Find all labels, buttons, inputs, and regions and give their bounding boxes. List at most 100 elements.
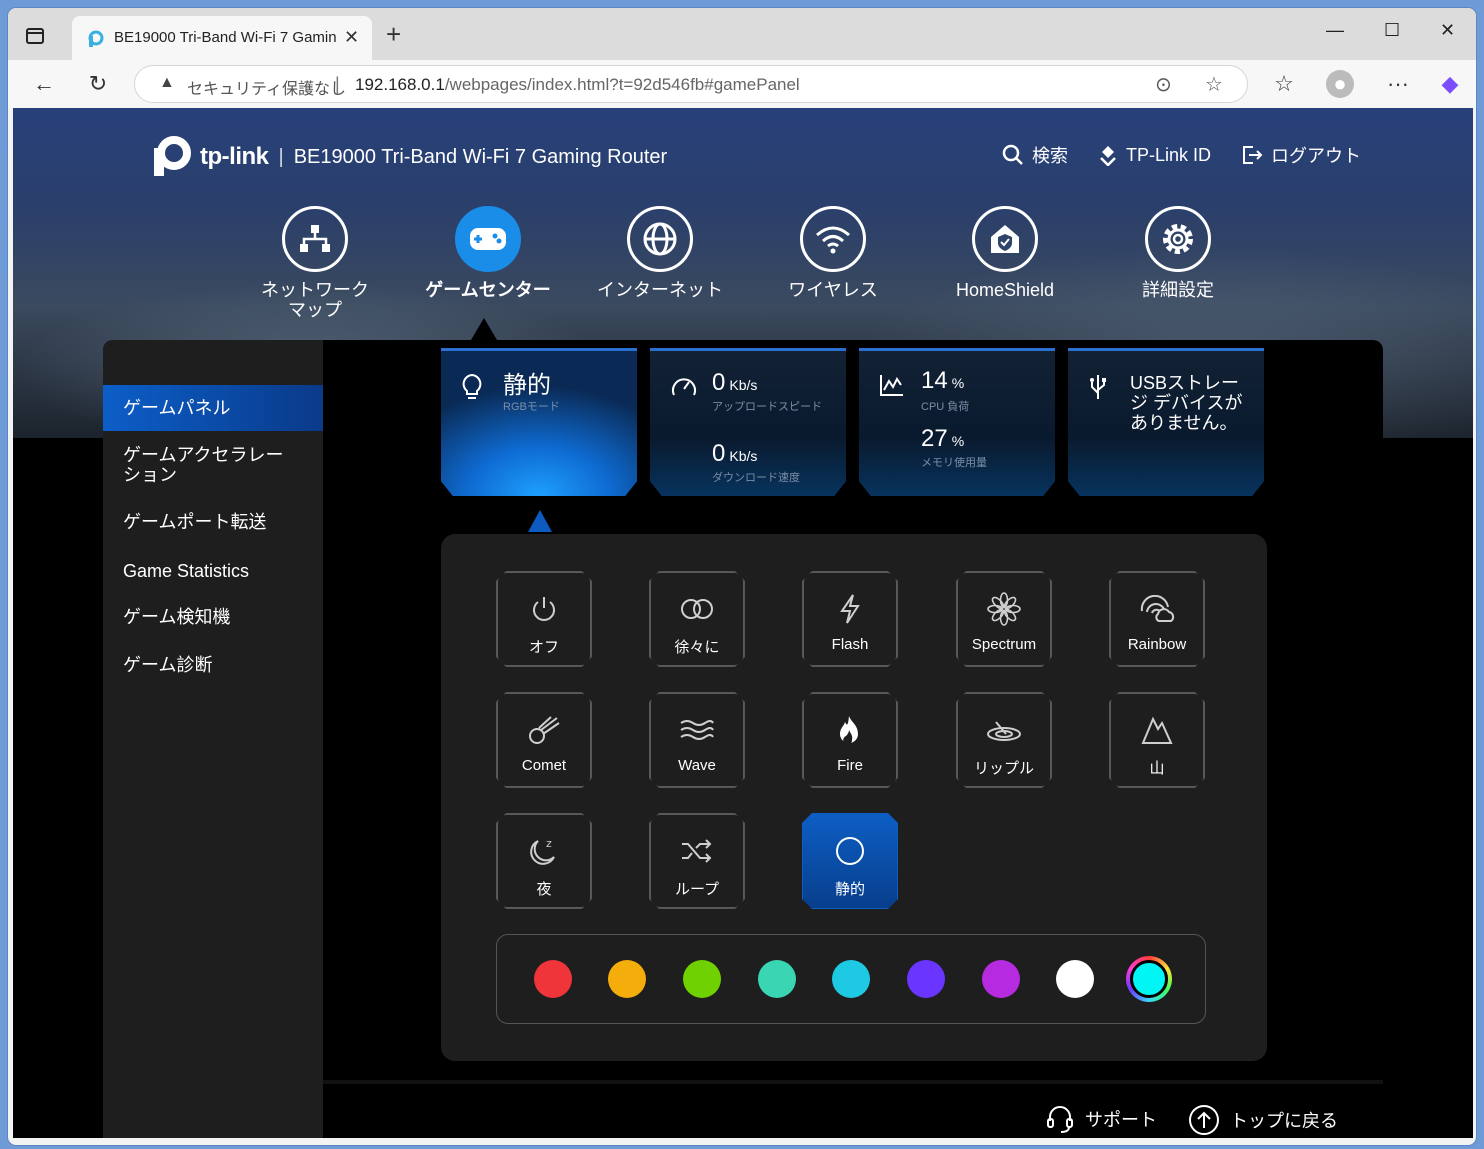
close-tab-icon[interactable]: ✕ xyxy=(344,27,359,48)
favorites-icon[interactable]: ☆ xyxy=(1270,70,1298,98)
sidebar-item-game-diagnostics[interactable]: ゲーム診断 xyxy=(103,655,323,675)
back-icon[interactable]: ← xyxy=(30,70,58,98)
globe-icon xyxy=(627,206,693,272)
nav-label: インターネット xyxy=(597,280,723,300)
more-menu-icon[interactable]: ··· xyxy=(1384,70,1412,98)
brand-header: tp-link | BE19000 Tri-Band Wi-Fi 7 Gamin… xyxy=(148,132,667,182)
shuffle-icon xyxy=(650,834,744,868)
address-separator: | xyxy=(335,74,340,94)
color-swatch-red[interactable] xyxy=(534,960,572,998)
activity-chart-icon xyxy=(880,375,903,396)
mode-static-button[interactable]: 静的 xyxy=(802,813,898,909)
router-page: tp-link | BE19000 Tri-Band Wi-Fi 7 Gamin… xyxy=(13,108,1473,1138)
color-swatch-indigo[interactable] xyxy=(907,960,945,998)
maximize-icon[interactable]: ☐ xyxy=(1384,20,1400,41)
browser-tab[interactable]: BE19000 Tri-Band Wi-Fi 7 Gaming ✕ xyxy=(72,16,372,60)
color-swatch-purple[interactable] xyxy=(982,960,1020,998)
cpu-label: CPU 負荷 xyxy=(921,401,970,413)
mode-night-button[interactable]: z 夜 xyxy=(496,813,592,909)
nav-advanced[interactable]: 詳細設定 xyxy=(1108,206,1248,300)
search-icon xyxy=(1002,144,1023,165)
sidebar-item-game-acceleration[interactable]: ゲームアクセラレー ション xyxy=(103,445,323,485)
circle-icon xyxy=(803,834,897,868)
rgb-mode-value: 静的 xyxy=(503,372,551,399)
nav-label: HomeShield xyxy=(955,280,1055,300)
system-load-card: 14% CPU 負荷 27% メモリ使用量 xyxy=(859,348,1055,496)
color-swatch-teal[interactable] xyxy=(758,960,796,998)
bulb-icon xyxy=(462,373,482,399)
rgb-mode-card[interactable]: 静的 RGBモード xyxy=(441,348,637,496)
sidebar-item-game-statistics[interactable]: Game Statistics xyxy=(103,561,323,581)
nav-active-pointer xyxy=(471,318,497,340)
close-window-icon[interactable]: ✕ xyxy=(1440,20,1455,41)
address-bar[interactable]: ▲ セキュリティ保護なし | 192.168.0.1/webpages/inde… xyxy=(134,65,1248,103)
new-tab-icon[interactable]: + xyxy=(386,21,401,47)
reload-icon[interactable]: ↻ xyxy=(84,70,112,98)
top-links: 検索 TP-Link ID ログアウト xyxy=(1002,142,1361,168)
usb-status-text: USBストレージ デバイスがありません。 xyxy=(1130,373,1243,433)
footer: サポート トップに戻る xyxy=(323,1080,1383,1138)
mode-spectrum-button[interactable]: Spectrum xyxy=(956,571,1052,667)
security-label[interactable]: セキュリティ保護なし xyxy=(187,75,346,99)
arrow-up-circle-icon xyxy=(1189,1105,1219,1135)
speedometer-icon xyxy=(672,378,696,396)
color-swatch-sky[interactable] xyxy=(832,960,870,998)
nav-label: ゲームセンター xyxy=(425,280,551,300)
color-swatch-custom-selected[interactable] xyxy=(1126,956,1172,1002)
ripple-icon xyxy=(957,713,1051,747)
nav-homeshield[interactable]: HomeShield xyxy=(935,206,1075,300)
mode-fire-button[interactable]: Fire xyxy=(802,692,898,788)
search-link[interactable]: 検索 xyxy=(1002,142,1068,168)
mode-rainbow-button[interactable]: Rainbow xyxy=(1109,571,1205,667)
mode-comet-button[interactable]: Comet xyxy=(496,692,592,788)
memory-value: 27% xyxy=(921,425,965,452)
usb-card: USBストレージ デバイスがありません。 xyxy=(1068,348,1264,496)
color-swatch-orange[interactable] xyxy=(608,960,646,998)
browser-toolbar: ← ↻ ▲ セキュリティ保護なし | 192.168.0.1/webpages/… xyxy=(8,60,1476,108)
tab-title: BE19000 Tri-Band Wi-Fi 7 Gaming xyxy=(114,29,336,46)
sidebar-item-game-port-forwarding[interactable]: ゲームポート転送 xyxy=(103,512,323,532)
rgb-mode-panel: オフ 徐々に Flash Spectrum Rainbow Comet Wave… xyxy=(441,534,1267,1061)
profile-avatar-icon[interactable]: ● xyxy=(1326,70,1354,98)
favorite-star-icon[interactable]: ☆ xyxy=(1205,72,1223,97)
minimize-icon[interactable]: — xyxy=(1326,20,1344,41)
gear-icon xyxy=(1145,206,1211,272)
logout-icon xyxy=(1243,146,1263,164)
mode-flash-button[interactable]: Flash xyxy=(802,571,898,667)
tplink-id-link[interactable]: TP-Link ID xyxy=(1098,142,1211,168)
sidebar-item-game-detector[interactable]: ゲーム検知機 xyxy=(103,607,323,627)
color-swatch-green[interactable] xyxy=(683,960,721,998)
fire-icon xyxy=(803,713,897,747)
overlap-circles-icon xyxy=(650,592,744,626)
card-pointer xyxy=(528,510,552,532)
mode-off-button[interactable]: オフ xyxy=(496,571,592,667)
router-model: BE19000 Tri-Band Wi-Fi 7 Gaming Router xyxy=(293,145,668,168)
logout-link[interactable]: ログアウト xyxy=(1241,142,1361,168)
download-speed-value: 0 Kb/s xyxy=(712,440,758,467)
content-area: ゲームパネル ゲームアクセラレー ション ゲームポート転送 Game Stati… xyxy=(103,340,1383,1138)
headset-icon xyxy=(1047,1106,1073,1133)
nav-internet[interactable]: インターネット xyxy=(590,206,730,300)
usb-icon xyxy=(1090,375,1106,399)
nav-game-center[interactable]: ゲームセンター xyxy=(418,206,558,300)
moon-icon: z xyxy=(497,834,591,868)
copilot-icon[interactable]: ◆ xyxy=(1436,70,1464,98)
mode-wave-button[interactable]: Wave xyxy=(649,692,745,788)
back-to-top-link[interactable]: トップに戻る xyxy=(1188,1104,1338,1136)
reader-icon[interactable]: ⊙ xyxy=(1155,72,1172,97)
mode-ripple-button[interactable]: リップル xyxy=(956,692,1052,788)
color-swatch-white[interactable] xyxy=(1056,960,1094,998)
url-text[interactable]: 192.168.0.1/webpages/index.html?t=92d546… xyxy=(355,75,800,95)
tab-actions-icon[interactable] xyxy=(26,28,44,44)
upload-speed-value: 0 Kb/s xyxy=(712,369,758,396)
nav-network-map[interactable]: ネットワーク マップ xyxy=(245,206,385,320)
tplink-logo-icon xyxy=(154,136,191,176)
gamepad-icon xyxy=(455,206,521,272)
sidebar-item-game-panel[interactable]: ゲームパネル xyxy=(103,385,323,431)
nav-wireless[interactable]: ワイヤレス xyxy=(763,206,903,300)
mode-loop-button[interactable]: ループ xyxy=(649,813,745,909)
support-link[interactable]: サポート xyxy=(1045,1104,1157,1134)
main-panel: 静的 RGBモード 0 Kb/s アップロードスピード 0 Kb/s ダウンロード速… xyxy=(323,340,1383,1138)
mode-gradual-button[interactable]: 徐々に xyxy=(649,571,745,667)
mode-mountain-button[interactable]: 山 xyxy=(1109,692,1205,788)
